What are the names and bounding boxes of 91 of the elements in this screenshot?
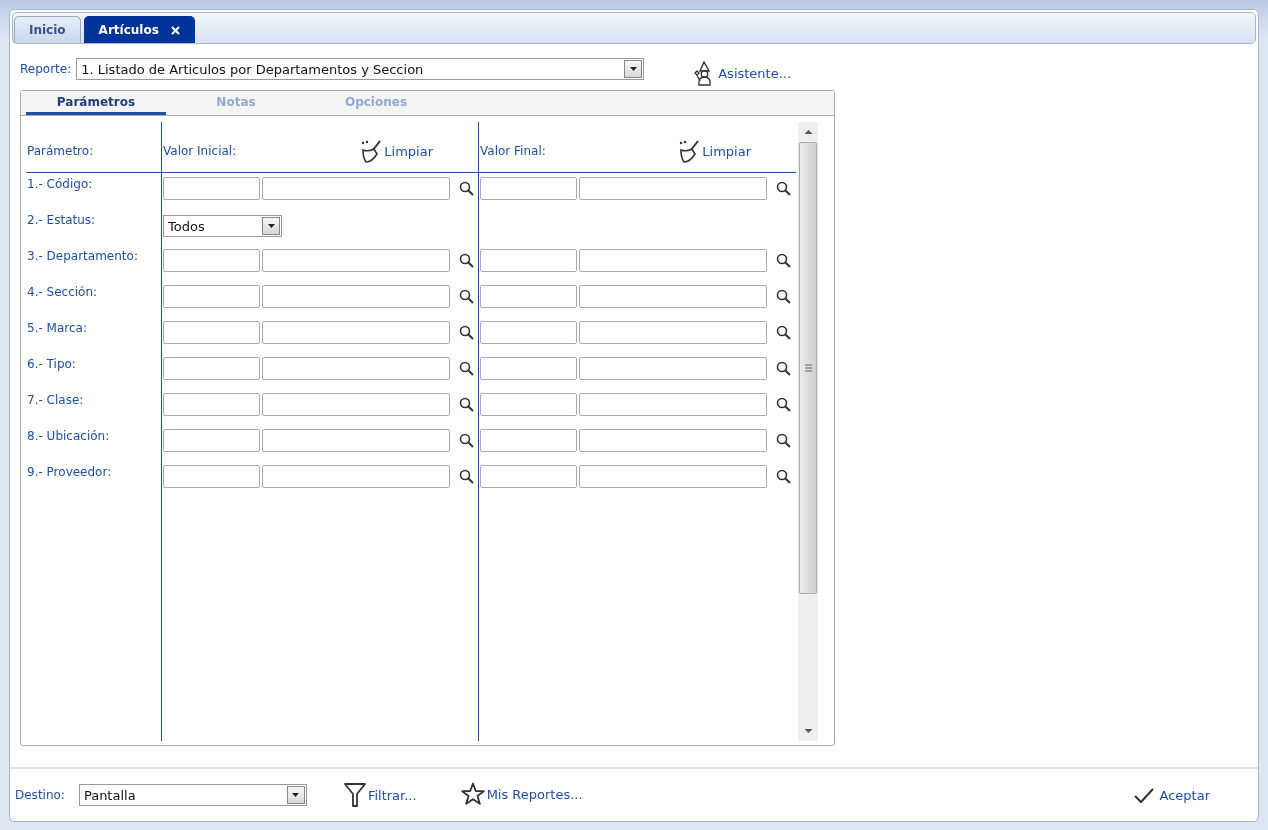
description-field[interactable] [262,393,450,416]
code-field[interactable] [480,177,577,200]
search-icon[interactable] [776,433,791,448]
description-field[interactable] [579,429,767,452]
clear-link[interactable]: Limpiar [360,139,433,163]
description-field[interactable] [262,285,450,308]
filter-link[interactable]: Filtrar... [343,782,417,808]
scrollbar[interactable] [798,122,818,741]
code-field[interactable] [163,321,260,344]
dropdown-button[interactable] [286,786,305,804]
column-header: Parámetro: [27,144,94,158]
caret-icon [266,222,276,230]
description-field[interactable] [579,357,767,380]
grip-icon [804,364,812,372]
search-icon[interactable] [459,469,474,484]
search-icon[interactable] [776,325,791,340]
clear-link[interactable]: Limpiar [678,139,751,163]
status-select[interactable]: Todos [163,215,282,237]
code-field[interactable] [163,393,260,416]
code-field[interactable] [163,249,260,272]
code-field[interactable] [480,393,577,416]
parameter-label: 3.- Departamento: [27,249,138,263]
search-icon[interactable] [776,181,791,196]
code-field[interactable] [480,249,577,272]
description-field[interactable] [579,321,767,344]
parameter-label: 8.- Ubicación: [27,429,110,443]
check-icon [1133,786,1154,804]
tab[interactable]: Parámetros [26,91,166,115]
description-field[interactable] [579,393,767,416]
description-field[interactable] [579,249,767,272]
search-icon[interactable] [776,469,791,484]
close-icon[interactable] [170,25,180,35]
parameter-label: 5.- Marca: [27,321,87,335]
star-icon [460,782,485,806]
search-icon[interactable] [459,397,474,412]
caret-icon [628,65,638,73]
search-icon[interactable] [459,289,474,304]
parameter-label: 2.- Estatus: [27,213,96,227]
destination-label: Destino: [15,788,65,802]
my-reports-link[interactable]: Mis Reportes... [460,782,583,806]
code-field[interactable] [480,321,577,344]
parameter-label: 9.- Proveedor: [27,465,112,479]
description-field[interactable] [262,321,450,344]
code-field[interactable] [163,177,260,200]
parameter-label: 4.- Sección: [27,285,98,299]
dropdown-button[interactable] [262,217,280,235]
code-field[interactable] [163,357,260,380]
search-icon[interactable] [776,361,791,376]
description-field[interactable] [262,465,450,488]
column-header: Valor Final: [480,144,546,158]
code-field[interactable] [480,285,577,308]
description-field[interactable] [579,465,767,488]
scroll-up-icon [803,129,813,135]
destination-select[interactable]: Pantalla [78,784,307,806]
report-select[interactable]: 1. Listado de Articulos por Departamentos y Seccion [76,58,645,80]
description-field[interactable] [262,429,450,452]
search-icon[interactable] [776,289,791,304]
search-icon[interactable] [459,361,474,376]
code-field[interactable] [480,357,577,380]
description-field[interactable] [262,357,450,380]
tab[interactable]: Artículos [83,16,195,43]
search-icon[interactable] [459,433,474,448]
search-icon[interactable] [776,253,791,268]
parameter-label: 1.- Código: [27,177,93,191]
column-header: Valor Inicial: [163,144,237,158]
funnel-icon [343,782,366,808]
description-field[interactable] [262,249,450,272]
accept-button[interactable]: Aceptar [1133,786,1210,804]
broom-icon [360,139,383,163]
parameter-label: 6.- Tipo: [27,357,76,371]
search-icon[interactable] [776,397,791,412]
description-field[interactable] [262,177,450,200]
scroll-down-icon [803,728,813,734]
dropdown-button[interactable] [624,60,643,78]
assistant-link[interactable]: Asistente... [694,60,792,86]
search-icon[interactable] [459,325,474,340]
description-field[interactable] [579,177,767,200]
code-field[interactable] [163,465,260,488]
caret-icon [291,791,301,799]
broom-icon [678,139,701,163]
search-icon[interactable] [459,253,474,268]
code-field[interactable] [480,429,577,452]
description-field[interactable] [579,285,767,308]
parameter-label: 7.- Clase: [27,393,84,407]
tab[interactable]: Inicio [14,16,81,43]
search-icon[interactable] [459,181,474,196]
report-label: Reporte: [20,62,72,76]
code-field[interactable] [163,285,260,308]
code-field[interactable] [163,429,260,452]
code-field[interactable] [480,465,577,488]
scroll-thumb[interactable] [799,142,817,594]
